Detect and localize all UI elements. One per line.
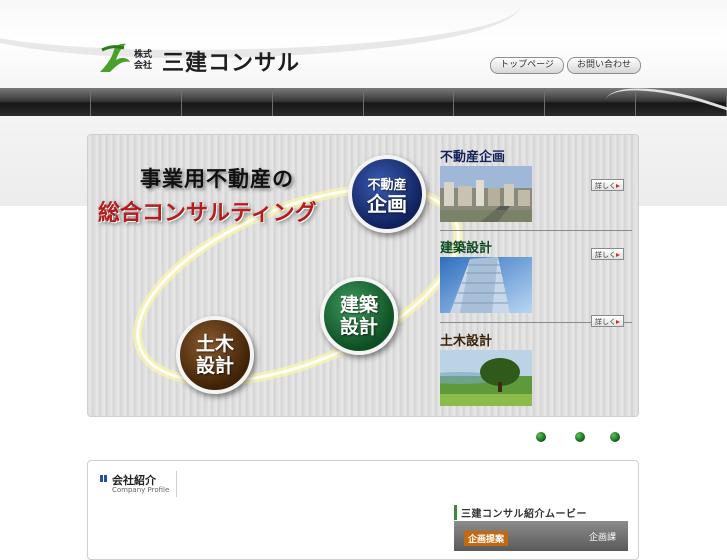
nav-item-5[interactable] (364, 88, 455, 116)
slide-indicator-3[interactable] (610, 432, 620, 442)
circle-real-estate-planning[interactable]: 不動産 企画 (348, 155, 426, 233)
movie-player[interactable]: 企画提案 企画課 (454, 521, 628, 551)
more-button-architecture[interactable]: 詳しく (591, 248, 624, 260)
circle-plan-line1: 不動産 (367, 177, 407, 193)
nav-item-3[interactable] (182, 88, 273, 116)
more-button-civil[interactable]: 詳しく (591, 315, 624, 327)
company-profile-panel: 会社紹介 Company Profile 三建コンサル紹介ムービー 企画提案 企… (87, 460, 639, 560)
logo-kaisha: 会社 (134, 61, 153, 71)
top-page-button[interactable]: トップページ (490, 57, 564, 74)
category-title-architecture[interactable]: 建築設計 (440, 237, 492, 256)
company-profile-subtitle: Company Profile (112, 486, 170, 494)
logo-mark-icon (100, 43, 130, 72)
movie-caption: 企画課 (588, 533, 616, 543)
category-title-planning[interactable]: 不動産企画 (440, 146, 505, 165)
movie-tag: 企画提案 (464, 531, 509, 546)
circle-civil-line2: 設計 (195, 355, 234, 377)
slide-indicator-2[interactable] (575, 432, 585, 442)
more-button-planning[interactable]: 詳しく (591, 179, 624, 191)
circle-civil-line1: 土木 (195, 333, 234, 355)
circle-architectural-design[interactable]: 建築 設計 (320, 277, 398, 355)
more-label-planning: 詳しく (595, 182, 616, 190)
logo-kabushiki: 株式 (134, 50, 153, 60)
hero-headline-1: 事業用不動産の (140, 167, 294, 191)
arrow-right-icon (616, 184, 620, 188)
tree-photo-thumbnail[interactable] (440, 350, 532, 406)
company-name: 三建コンサル (162, 51, 301, 76)
company-profile-heading: 会社紹介 Company Profile (98, 471, 177, 497)
nav-item-4[interactable] (273, 88, 364, 116)
circle-plan-line2: 企画 (367, 191, 407, 216)
circle-arch-line1: 建築 (339, 294, 378, 316)
circle-civil-design[interactable]: 土木 設計 (176, 316, 254, 394)
circle-arch-line2: 設計 (339, 316, 378, 338)
movie-title: 三建コンサル紹介ムービー (454, 505, 587, 520)
header: 株式 会社 三建コンサル トップページ お問い合わせ (0, 0, 727, 88)
bullet-square-icon (100, 475, 107, 482)
nav-item-2[interactable] (91, 88, 182, 116)
slide-indicator-1[interactable] (536, 432, 546, 442)
hero-banner: 事業用不動産の 総合コンサルティング 不動産 企画 建築 設計 土木 設計 不動… (87, 134, 639, 417)
category-title-civil[interactable]: 土木設計 (440, 330, 492, 349)
logo[interactable]: 株式 会社 三建コンサル (96, 40, 316, 80)
nav-item-1[interactable] (0, 88, 91, 116)
building-photo-thumbnail[interactable] (440, 257, 532, 313)
divider (440, 230, 632, 231)
nav-item-6[interactable] (454, 88, 546, 116)
more-label-civil: 詳しく (595, 318, 616, 326)
city-photo-thumbnail[interactable] (440, 166, 532, 222)
arrow-right-icon (616, 320, 620, 324)
arrow-right-icon (616, 253, 620, 257)
hero-headline-2: 総合コンサルティング (98, 201, 317, 226)
contact-button[interactable]: お問い合わせ (567, 57, 641, 74)
more-label-architecture: 詳しく (595, 251, 616, 259)
